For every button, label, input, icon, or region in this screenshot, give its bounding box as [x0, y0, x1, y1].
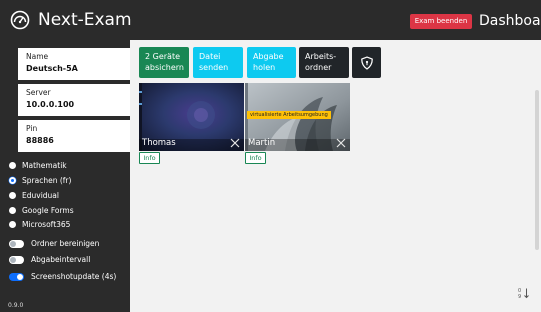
- pin-card: Pin 88886: [18, 120, 130, 152]
- shield-button[interactable]: [352, 47, 381, 78]
- secure-devices-button[interactable]: 2 Geräte absichern: [139, 47, 189, 78]
- mode-label: Mathematik: [22, 160, 67, 170]
- mode-option-microsoft365[interactable]: Microsoft365: [9, 219, 70, 230]
- button-label-line1: Abgabe: [253, 52, 284, 61]
- button-label-line1: Datei: [199, 52, 221, 61]
- toggle-switch[interactable]: [9, 255, 24, 264]
- pin-value: 88886: [26, 136, 54, 145]
- radio-button[interactable]: [9, 162, 16, 169]
- app-title: Next-Exam: [38, 10, 132, 30]
- page-title: Dashboard: [479, 13, 541, 29]
- button-label-line2: holen: [253, 63, 276, 72]
- close-icon[interactable]: [336, 138, 346, 148]
- end-exam-button[interactable]: Exam beenden: [410, 14, 472, 29]
- main-content: 2 Geräte absichern Datei senden Abgabe h…: [130, 40, 541, 312]
- fetch-submissions-button[interactable]: Abgabe holen: [247, 47, 296, 78]
- toggle-ordner-bereinigen[interactable]: Ordner bereinigen: [9, 238, 99, 249]
- toggle-label: Screenshotupdate (4s): [31, 271, 117, 281]
- exam-name-label: Name: [26, 52, 49, 61]
- top-bar: Next-Exam Exam beenden Dashboard: [0, 0, 541, 40]
- student-info-button[interactable]: Info: [245, 152, 266, 164]
- mode-label: Google Forms: [22, 205, 74, 215]
- toggle-label: Ordner bereinigen: [31, 238, 100, 248]
- gauge-icon: [10, 10, 30, 30]
- student-info-button[interactable]: Info: [139, 152, 160, 164]
- toggle-label: Abgabeintervall: [31, 254, 91, 264]
- exam-name-value: Deutsch-5A: [26, 64, 78, 73]
- server-label: Server: [26, 88, 51, 97]
- button-label-line2: ordner: [305, 63, 332, 72]
- shield-icon: [360, 55, 373, 70]
- toggle-abgabeintervall[interactable]: Abgabeintervall: [9, 254, 90, 265]
- radio-button[interactable]: [9, 221, 16, 228]
- toggle-switch[interactable]: [9, 272, 24, 281]
- mode-label: Eduvidual: [22, 190, 59, 200]
- student-screenshot-thomas[interactable]: Thomas: [139, 83, 244, 151]
- mode-label: Sprachen (fr): [22, 175, 72, 185]
- virtual-environment-badge: virtualisierte Arbeitsumgebung: [247, 111, 331, 119]
- button-label-line2: absichern: [145, 63, 184, 72]
- close-icon[interactable]: [230, 138, 240, 148]
- mode-label: Microsoft365: [22, 219, 71, 229]
- toggle-switch[interactable]: [9, 239, 24, 248]
- radio-button[interactable]: [9, 207, 16, 214]
- mode-option-sprachen[interactable]: Sprachen (fr): [9, 175, 71, 186]
- svg-text:9: 9: [518, 294, 521, 299]
- student-name: Martin: [248, 138, 276, 148]
- scrollbar[interactable]: [535, 90, 539, 250]
- radio-button[interactable]: [9, 177, 16, 184]
- version-label: 0.9.0: [8, 302, 24, 309]
- student-name: Thomas: [142, 138, 176, 148]
- radio-button[interactable]: [9, 192, 16, 199]
- server-value: 10.0.0.100: [26, 100, 75, 109]
- work-folder-button[interactable]: Arbeits- ordner: [299, 47, 349, 78]
- mode-option-google-forms[interactable]: Google Forms: [9, 205, 74, 216]
- pin-label: Pin: [26, 124, 38, 133]
- button-label-line2: senden: [199, 63, 229, 72]
- button-label-line1: Arbeits-: [305, 52, 337, 61]
- server-card: Server 10.0.0.100: [18, 84, 130, 116]
- button-label-line1: 2 Geräte: [145, 52, 181, 61]
- send-file-button[interactable]: Datei senden: [193, 47, 243, 78]
- mode-option-eduvidual[interactable]: Eduvidual: [9, 190, 59, 201]
- student-screenshot-martin[interactable]: virtualisierte Arbeitsumgebung Martin: [245, 83, 350, 151]
- exam-name-card: Name Deutsch-5A: [18, 48, 130, 80]
- mode-option-mathematik[interactable]: Mathematik: [9, 160, 67, 171]
- sort-numeric-icon[interactable]: 0 9: [518, 287, 530, 299]
- toggle-screenshotupdate[interactable]: Screenshotupdate (4s): [9, 271, 116, 282]
